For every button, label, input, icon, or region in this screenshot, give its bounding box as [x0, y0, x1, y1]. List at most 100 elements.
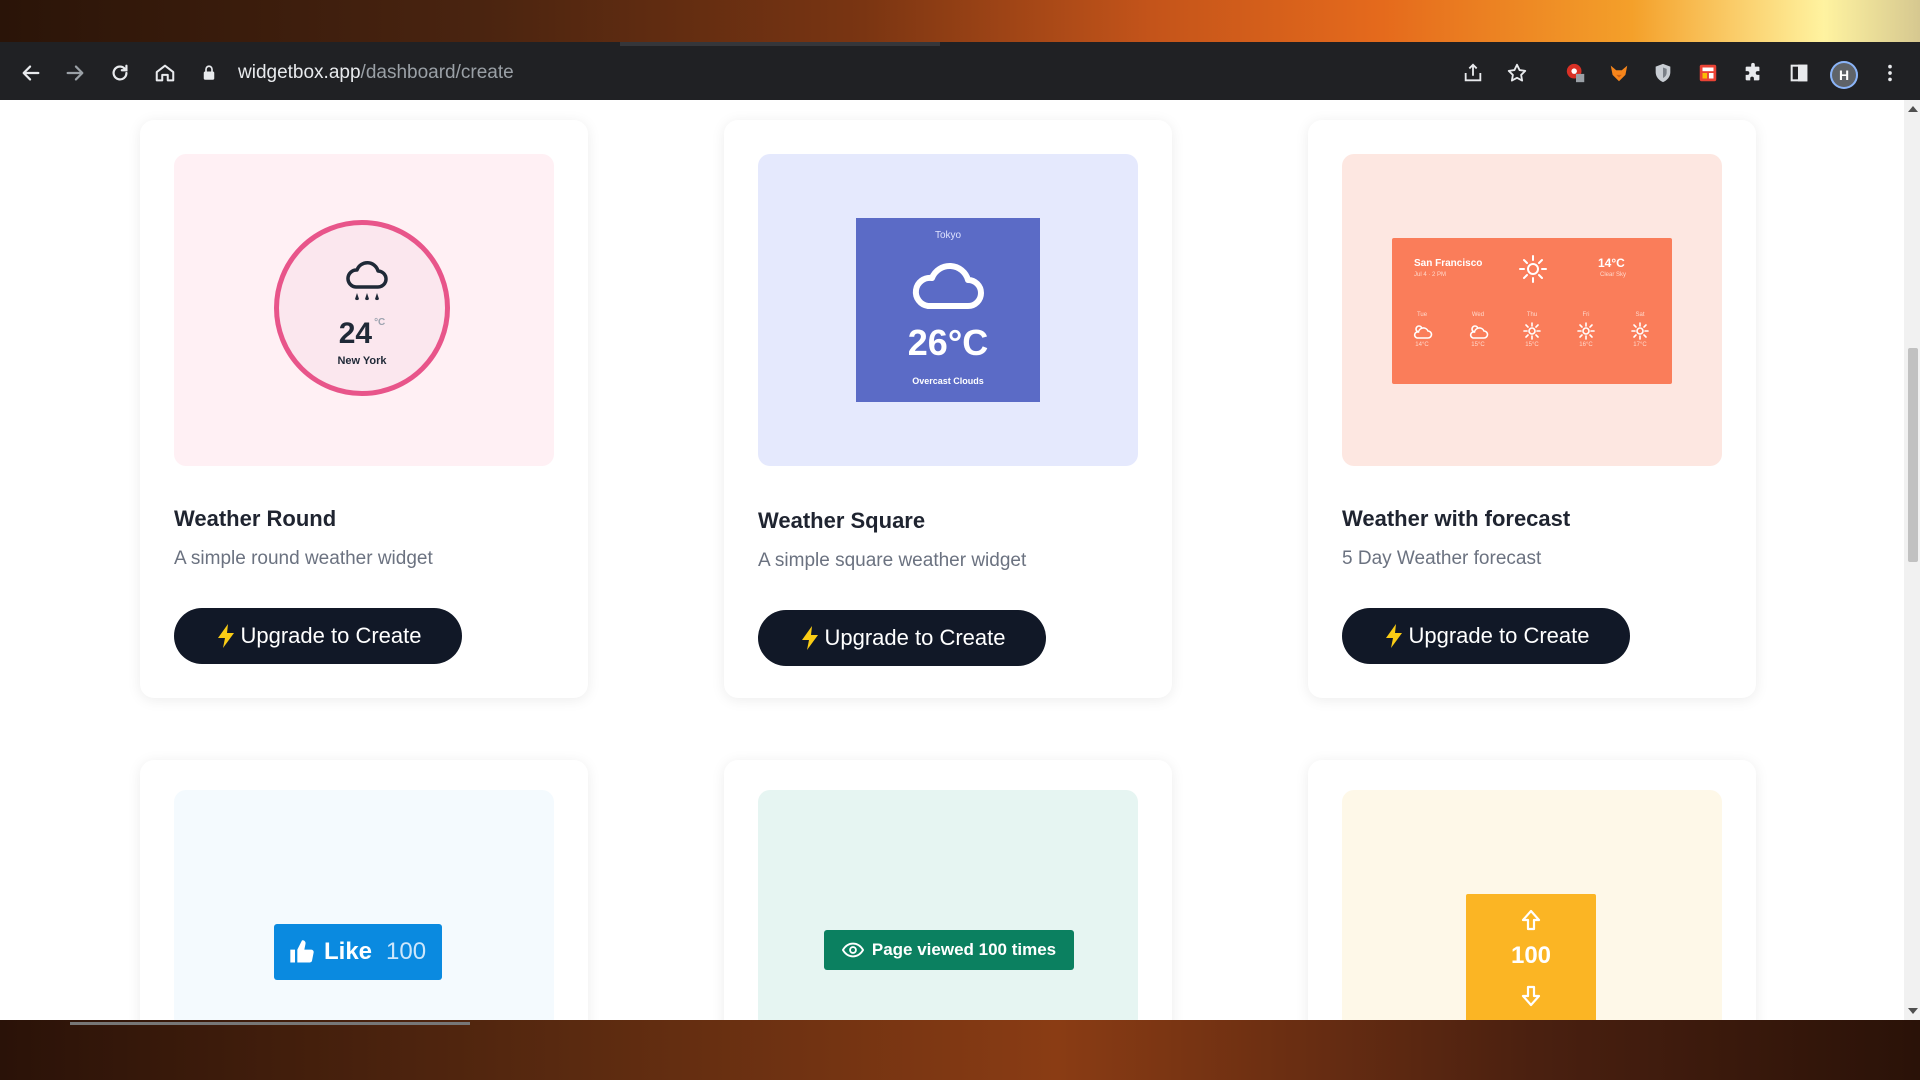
scrollbar-thumb[interactable] — [1908, 348, 1918, 562]
forecast-day-temp: 17°C — [1633, 342, 1647, 348]
forecast-temperature: 14°C — [1598, 256, 1625, 270]
home-icon[interactable] — [152, 60, 178, 86]
reload-icon[interactable] — [107, 60, 133, 86]
vote-count: 100 — [1510, 942, 1552, 969]
forecast-day-name: Fri — [1582, 312, 1590, 318]
extension-fox-icon[interactable] — [1606, 60, 1632, 86]
forecast-day-name: Thu — [1526, 312, 1538, 318]
forward-icon[interactable] — [62, 60, 88, 86]
forecast-day: Sat 17°C — [1620, 312, 1660, 348]
extensions-puzzle-icon[interactable] — [1740, 60, 1766, 86]
shield-icon[interactable] — [1650, 60, 1676, 86]
video-progress-bar — [70, 1022, 470, 1025]
sun-icon — [1631, 322, 1649, 340]
widget-preview-weather-square: Tokyo 26°C Overcast Clouds — [758, 154, 1138, 466]
round-temperature-value: 24 — [338, 317, 373, 350]
page-views-widget: Page viewed 100 times — [824, 930, 1074, 970]
browser-toolbar: widgetbox.app/dashboard/create H — [0, 46, 1920, 100]
upgrade-button-label: Upgrade to Create — [824, 625, 1006, 650]
widget-card-like-button: Like 100 — [140, 760, 588, 1020]
widget-description: A simple square weather widget — [758, 550, 1027, 571]
eye-icon — [841, 942, 864, 958]
profile-avatar[interactable]: H — [1830, 61, 1858, 89]
widget-description: A simple round weather widget — [174, 548, 433, 569]
page-viewport: 24 °C New York Weather Round A simple rou… — [0, 100, 1904, 1020]
widget-card-page-views: Page viewed 100 times — [724, 760, 1172, 1020]
address-bar[interactable]: widgetbox.app/dashboard/create — [200, 54, 1500, 92]
thumbs-up-icon — [290, 940, 314, 963]
round-temperature: 24 °C — [279, 317, 445, 351]
share-icon[interactable] — [1460, 60, 1486, 86]
window-top-band — [0, 0, 1920, 46]
widget-description: 5 Day Weather forecast — [1342, 548, 1542, 569]
extension-grid-icon[interactable] — [1695, 60, 1721, 86]
window-bottom-band — [0, 1020, 1920, 1080]
arrow-up-icon — [1521, 909, 1541, 931]
forecast-day-temp: 15°C — [1471, 342, 1485, 348]
lightning-icon — [801, 626, 818, 650]
lock-icon — [203, 65, 215, 80]
page-scrollbar[interactable] — [1904, 100, 1920, 1020]
upgrade-button-label: Upgrade to Create — [1408, 623, 1590, 648]
widget-title: Weather Square — [758, 508, 926, 533]
sun-icon — [1519, 255, 1547, 283]
forecast-weather-widget: San Francisco Jul 4 · 2 PM 14°C Clear Sk… — [1392, 238, 1672, 384]
forecast-day-temp: 15°C — [1525, 342, 1539, 348]
forecast-day-name: Sat — [1635, 312, 1645, 318]
forecast-condition: Clear Sky — [1600, 272, 1627, 278]
widget-preview-weather-forecast: San Francisco Jul 4 · 2 PM 14°C Clear Sk… — [1342, 154, 1722, 466]
lightning-icon — [1385, 624, 1402, 648]
cloudy-icon — [1413, 325, 1433, 339]
widget-preview-upvote-counter: 100 — [1342, 790, 1722, 1020]
forecast-day: Fri 16°C — [1566, 312, 1606, 348]
bookmark-star-icon[interactable] — [1504, 60, 1530, 86]
upgrade-to-create-button[interactable]: Upgrade to Create — [758, 610, 1046, 666]
round-temperature-unit: °C — [374, 317, 386, 328]
scroll-up-arrow[interactable] — [1908, 106, 1918, 112]
widget-preview-like-button: Like 100 — [174, 790, 554, 1020]
browser-menu-icon[interactable] — [1877, 60, 1903, 86]
scroll-down-arrow[interactable] — [1908, 1008, 1918, 1014]
widget-title: Weather Round — [174, 506, 337, 531]
cloudy-icon — [1469, 325, 1489, 339]
forecast-city: San Francisco — [1414, 258, 1483, 269]
forecast-day: Wed 15°C — [1458, 312, 1498, 348]
arrow-down-icon — [1521, 985, 1541, 1007]
widget-preview-page-views: Page viewed 100 times — [758, 790, 1138, 1020]
cloud-rain-icon — [346, 261, 388, 301]
upgrade-button-label: Upgrade to Create — [240, 623, 422, 648]
like-label: Like — [324, 938, 373, 965]
forecast-day-name: Tue — [1416, 312, 1428, 318]
widget-preview-weather-round: 24 °C New York — [174, 154, 554, 466]
forecast-day-temp: 14°C — [1415, 342, 1429, 348]
square-condition: Overcast Clouds — [912, 376, 984, 386]
widget-title: Weather with forecast — [1342, 506, 1571, 531]
widget-card-weather-square: Tokyo 26°C Overcast Clouds Weather Squar… — [724, 120, 1172, 698]
forecast-day-temp: 16°C — [1579, 342, 1593, 348]
forecast-date: Jul 4 · 2 PM — [1414, 272, 1447, 278]
back-icon[interactable] — [18, 60, 44, 86]
lightning-icon — [217, 624, 234, 648]
forecast-day: Tue 14°C — [1402, 312, 1442, 348]
page-views-label: Page viewed 100 times — [871, 940, 1057, 959]
forecast-day-name: Wed — [1471, 312, 1485, 318]
sun-icon — [1523, 322, 1541, 340]
extension-red-icon[interactable] — [1563, 60, 1589, 86]
round-city: New York — [337, 355, 387, 367]
square-weather-widget: Tokyo 26°C Overcast Clouds — [856, 218, 1040, 402]
url-path: /dashboard/create — [360, 62, 514, 83]
upvote-widget: 100 — [1466, 894, 1596, 1020]
square-city: Tokyo — [934, 230, 962, 241]
square-temperature: 26°C — [907, 322, 989, 363]
url-host: widgetbox.app — [238, 62, 361, 83]
widget-card-weather-forecast: San Francisco Jul 4 · 2 PM 14°C Clear Sk… — [1308, 120, 1756, 698]
like-widget: Like 100 — [274, 924, 442, 980]
upgrade-to-create-button[interactable]: Upgrade to Create — [174, 608, 462, 664]
upgrade-to-create-button[interactable]: Upgrade to Create — [1342, 608, 1630, 664]
sun-icon — [1577, 322, 1595, 340]
side-panel-icon[interactable] — [1786, 60, 1812, 86]
widget-card-weather-round: 24 °C New York Weather Round A simple rou… — [140, 120, 588, 698]
forecast-day: Thu 15°C — [1512, 312, 1552, 348]
cloud-icon — [912, 263, 984, 309]
round-weather-widget: 24 °C New York — [274, 220, 450, 396]
